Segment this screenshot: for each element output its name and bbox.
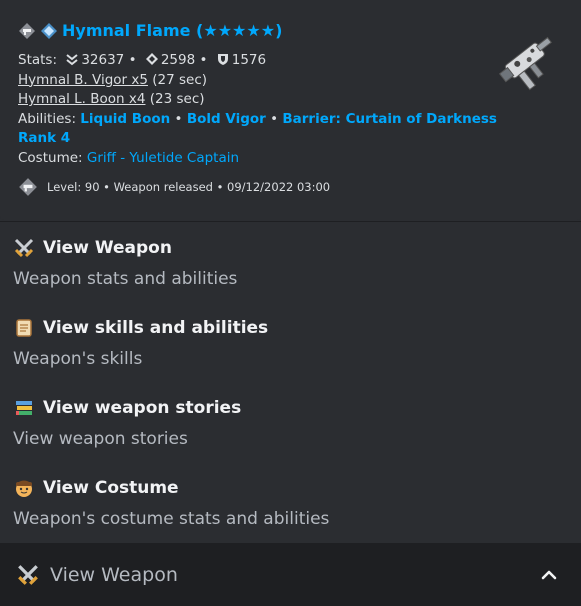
embed-footer: Level: 90 • Weapon released • 09/12/2022… <box>18 177 488 197</box>
stat-def-value: 1576 <box>231 52 267 68</box>
face-icon <box>16 480 32 497</box>
costume-label: Costume: <box>18 149 83 166</box>
ability-separator: • <box>174 110 183 127</box>
boon-duration: (23 sec) <box>149 91 205 107</box>
option-description: Weapon stats and abilities <box>13 269 238 289</box>
select-menu-options: View Weapon Weapon stats and abilities V… <box>0 221 581 544</box>
embed-body: Hymnal Flame (★★★★★) Stats: 32637 • 2598… <box>18 20 497 197</box>
select-dropdown[interactable]: View Weapon <box>0 543 581 606</box>
abilities-line-cont: Rank 4 <box>18 129 488 149</box>
crossed-swords-icon <box>18 565 38 585</box>
option-title-row: View weapon stories <box>13 396 573 420</box>
option-title-row: View Weapon <box>13 236 573 260</box>
scroll-icon <box>16 319 32 337</box>
shield-icon <box>217 54 228 65</box>
menu-option-view-costume[interactable]: View Costume Weapon's costume stats and … <box>13 476 573 530</box>
stats-line: Stats: 32637 • 2598 • 1576 <box>18 51 488 71</box>
menu-option-view-weapon[interactable]: View Weapon Weapon stats and abilities <box>13 236 573 290</box>
costume-link[interactable]: Griff - Yuletide Captain <box>87 150 239 166</box>
menu-option-view-skills[interactable]: View skills and abilities Weapon's skill… <box>13 316 573 370</box>
vigor-link[interactable]: Hymnal B. Vigor x5 <box>18 72 148 88</box>
option-title: View Costume <box>43 478 179 498</box>
stat-atk-value: 2598 <box>160 52 196 68</box>
element-icon <box>41 23 57 39</box>
option-description: Weapon's skills <box>13 349 143 369</box>
option-description: Weapon's costume stats and abilities <box>13 509 330 529</box>
stat-separator: • <box>128 52 137 68</box>
weapon-embed: Hymnal Flame (★★★★★) Stats: 32637 • 2598… <box>0 0 581 220</box>
ability-link-3-rank[interactable]: Rank 4 <box>18 130 70 146</box>
weapon-title-link[interactable]: Hymnal Flame (★★★★★) <box>62 20 282 42</box>
menu-option-view-stories[interactable]: View weapon stories View weapon stories <box>13 396 573 450</box>
option-title: View skills and abilities <box>43 318 269 338</box>
stat-separator: • <box>199 52 208 68</box>
option-description: View weapon stories <box>13 429 188 449</box>
option-title-row: View skills and abilities <box>13 316 573 340</box>
attack-icon <box>145 53 158 65</box>
books-icon <box>16 401 32 415</box>
ability-link-3[interactable]: Barrier: Curtain of Darkness <box>282 111 497 127</box>
footer-text: Level: 90 • Weapon released • 09/12/2022… <box>47 180 331 194</box>
chevron-up-icon[interactable] <box>538 564 560 586</box>
option-title: View weapon stories <box>43 398 242 418</box>
selected-value: View Weapon <box>50 564 178 586</box>
weapon-type-icon <box>19 23 35 39</box>
weapon-thumbnail <box>498 36 552 91</box>
option-title-row: View Costume <box>13 476 573 500</box>
option-title: View Weapon <box>43 238 172 258</box>
abilities-label: Abilities: <box>18 110 76 127</box>
costume-line: Costume: Griff - Yuletide Captain <box>18 149 488 169</box>
ability-link-1[interactable]: Liquid Boon <box>80 111 170 127</box>
crossed-swords-icon <box>14 238 34 258</box>
boon-link[interactable]: Hymnal L. Boon x4 <box>18 91 145 107</box>
footer-weapon-icon <box>19 178 37 196</box>
vigor-line: Hymnal B. Vigor x5 (27 sec) <box>18 71 488 91</box>
vigor-duration: (27 sec) <box>152 71 208 88</box>
abilities-line: Abilities: Liquid Boon • Bold Vigor • Ba… <box>18 110 497 130</box>
boon-line: Hymnal L. Boon x4 (23 sec) <box>18 90 488 110</box>
embed-title-row: Hymnal Flame (★★★★★) <box>18 20 488 42</box>
stats-label: Stats: <box>18 52 58 68</box>
hp-chevron-icon <box>66 54 78 66</box>
ability-separator: • <box>270 110 279 127</box>
ability-link-2[interactable]: Bold Vigor <box>187 111 266 127</box>
stat-hp-value: 32637 <box>81 52 125 68</box>
